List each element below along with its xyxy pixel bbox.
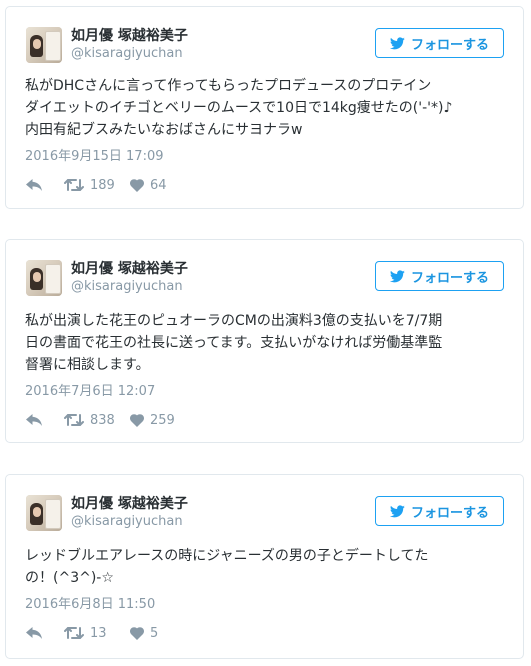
timestamp[interactable]: 2016年9月15日 17:09 — [25, 149, 164, 165]
twitter-bird-icon — [389, 36, 405, 49]
tweet-text-line: ダイエットのイチゴとベリーのムースで10日で14kg痩せたの('-'*)♪ — [25, 100, 453, 116]
reply-button[interactable] — [26, 626, 64, 640]
tweet-feed: 如月優 塚越裕美子 @kisaragiyuchan フォローする 私がDHCさん… — [0, 0, 531, 666]
tweet-card: 如月優 塚越裕美子 @kisaragiyuchan フォローする 私がDHCさん… — [5, 6, 524, 209]
reply-icon — [26, 178, 42, 191]
tweet-text-line: 私が出演した花王のピュオーラのCMの出演料3億の支払いを7/7期 — [25, 313, 443, 329]
display-name[interactable]: 如月優 塚越裕美子 — [71, 495, 188, 513]
tweet-text-line: レッドブルエアレースの時にジャニーズの男の子とデートしてた — [25, 548, 429, 564]
heart-icon — [130, 178, 144, 192]
author-names: 如月優 塚越裕美子 @kisaragiyuchan — [71, 27, 188, 62]
author-names: 如月優 塚越裕美子 @kisaragiyuchan — [71, 260, 188, 295]
follow-label: フォローする — [410, 37, 489, 53]
follow-button[interactable]: フォローする — [375, 496, 504, 526]
tweet-text: 私がDHCさんに言って作ってもらったプロデュースのプロテイン ダイエットのイチゴ… — [25, 75, 505, 141]
follow-label: フォローする — [410, 270, 489, 286]
reply-button[interactable] — [26, 178, 64, 192]
like-button[interactable]: 64 — [130, 178, 167, 193]
retweet-count: 189 — [90, 177, 115, 193]
handle[interactable]: @kisaragiyuchan — [71, 513, 188, 530]
tweet-actions: 13 5 — [26, 624, 158, 642]
handle[interactable]: @kisaragiyuchan — [71, 45, 188, 62]
display-name[interactable]: 如月優 塚越裕美子 — [71, 260, 188, 278]
avatar[interactable] — [26, 495, 62, 531]
tweet-text: 私が出演した花王のピュオーラのCMの出演料3億の支払いを7/7期 日の書面で花王… — [25, 310, 505, 376]
tweet-text-line: 督署に相談します。 — [25, 357, 150, 373]
retweet-button[interactable]: 189 — [64, 178, 130, 193]
like-button[interactable]: 259 — [130, 413, 175, 428]
avatar[interactable] — [26, 27, 62, 63]
tweet-text-line: 日の書面で花王の社長に送ってます。支払いがなければ労働基準監 — [25, 335, 443, 351]
like-count: 5 — [150, 625, 159, 641]
retweet-icon — [64, 414, 84, 426]
retweet-icon — [64, 627, 84, 639]
follow-label: フォローする — [410, 505, 489, 521]
tweet-text-line: 私がDHCさんに言って作ってもらったプロデュースのプロテイン — [25, 78, 432, 94]
like-count: 259 — [150, 412, 175, 428]
avatar[interactable] — [26, 260, 62, 296]
timestamp[interactable]: 2016年6月8日 11:50 — [25, 597, 155, 613]
reply-button[interactable] — [26, 413, 64, 427]
reply-icon — [26, 626, 42, 639]
retweet-button[interactable]: 838 — [64, 413, 130, 428]
tweet-text: レッドブルエアレースの時にジャニーズの男の子とデートしてた の！(^3^)-☆ — [25, 545, 505, 589]
tweet-actions: 189 64 — [26, 176, 167, 194]
tweet-card: 如月優 塚越裕美子 @kisaragiyuchan フォローする 私が出演した花… — [5, 239, 524, 443]
like-button[interactable]: 5 — [130, 626, 158, 641]
twitter-bird-icon — [389, 269, 405, 282]
twitter-bird-icon — [389, 504, 405, 517]
reply-icon — [26, 413, 42, 426]
timestamp[interactable]: 2016年7月6日 12:07 — [25, 384, 155, 400]
follow-button[interactable]: フォローする — [375, 261, 504, 291]
tweet-actions: 838 259 — [26, 411, 175, 429]
heart-icon — [130, 626, 144, 640]
like-count: 64 — [150, 177, 167, 193]
author-names: 如月優 塚越裕美子 @kisaragiyuchan — [71, 495, 188, 530]
retweet-count: 838 — [90, 412, 115, 428]
tweet-text-line: の！(^3^)-☆ — [25, 570, 114, 586]
tweet-card: 如月優 塚越裕美子 @kisaragiyuchan フォローする レッドブルエア… — [5, 474, 524, 659]
handle[interactable]: @kisaragiyuchan — [71, 278, 188, 295]
retweet-count: 13 — [90, 625, 107, 641]
retweet-button[interactable]: 13 — [64, 626, 130, 641]
tweet-text-line: 内田有紀ブスみたいなおばさんにサヨナラw — [25, 122, 303, 138]
display-name[interactable]: 如月優 塚越裕美子 — [71, 27, 188, 45]
retweet-icon — [64, 179, 84, 191]
heart-icon — [130, 413, 144, 427]
follow-button[interactable]: フォローする — [375, 28, 504, 58]
